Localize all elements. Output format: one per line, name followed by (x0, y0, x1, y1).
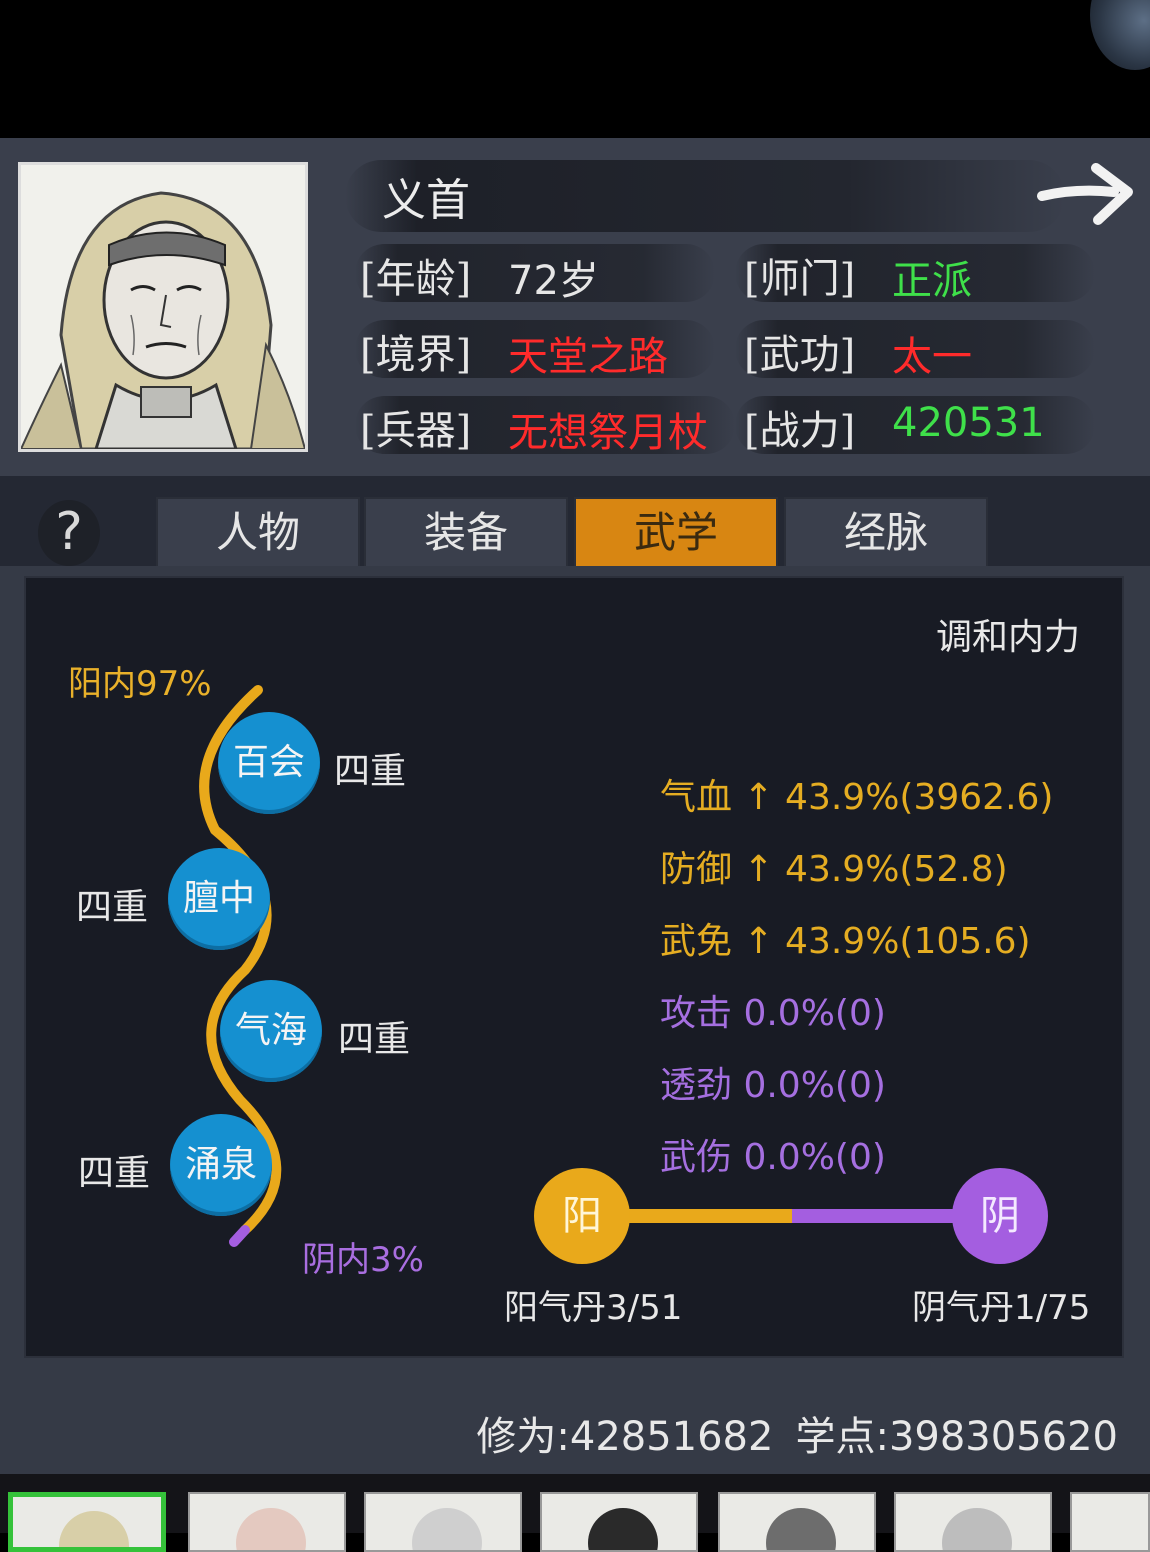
cultivation-value: 修为:42851682 (476, 1414, 774, 1460)
weapon-label: [兵器] (360, 408, 472, 454)
character-name: 义首 (382, 175, 470, 226)
next-arrow-button[interactable] (1036, 158, 1136, 230)
stat-penetration: 透劲 0.0%(0) (660, 1065, 886, 1106)
yang-percentage: 阳内97% (68, 664, 212, 704)
yang-pill-button[interactable]: 阳 (534, 1168, 630, 1264)
stat-martial-damage: 武伤 0.0%(0) (660, 1137, 886, 1178)
realm-label: [境界] (360, 332, 472, 378)
study-points-value: 学点:398305620 (795, 1414, 1118, 1460)
stat-martial-immunity: 武免 ↑ 43.9%(105.6) (660, 921, 1031, 962)
arrow-right-icon (1037, 163, 1133, 225)
roster-portrait[interactable] (364, 1492, 522, 1552)
power-value: 420531 (892, 400, 1045, 446)
roster-portrait[interactable] (188, 1492, 346, 1552)
martial-art-label: [武功] (744, 332, 856, 378)
roster-portrait[interactable] (1070, 1492, 1150, 1552)
yin-pill-button[interactable]: 阴 (952, 1168, 1048, 1264)
realm-value: 天堂之路 (508, 334, 668, 380)
stat-attack: 攻击 0.0%(0) (660, 993, 886, 1034)
martial-art-value: 太一 (892, 334, 972, 380)
roster-portrait[interactable] (894, 1492, 1052, 1552)
roster-portrait-selected[interactable] (8, 1492, 166, 1552)
elder-portrait-icon (21, 165, 305, 449)
sect-label: [师门] (744, 256, 856, 302)
yin-pill-count: 阴气丹1/75 (912, 1288, 1091, 1328)
stat-defense: 防御 ↑ 43.9%(52.8) (660, 849, 1008, 890)
acupoint-level: 四重 (334, 751, 407, 792)
weapon-value: 无想祭月杖 (508, 410, 708, 456)
age-label: [年龄] (360, 256, 472, 302)
yang-pill-count: 阳气丹3/51 (504, 1288, 683, 1328)
sect-value: 正派 (892, 258, 972, 304)
acupoint-level: 四重 (76, 887, 149, 928)
acupoint-baihui[interactable]: 百会 (218, 712, 320, 814)
cultivation-points: 修为:42851682 学点:398305620 (454, 1404, 1118, 1462)
yin-percentage: 阴内3% (302, 1240, 424, 1280)
acupoint-level: 四重 (78, 1153, 151, 1194)
harmonize-neili-button[interactable]: 调和内力 (936, 608, 1080, 660)
age-value: 72岁 (508, 258, 599, 304)
top-bar (0, 0, 1150, 138)
acupoint-level: 四重 (338, 1019, 411, 1060)
acupoint-qihai[interactable]: 气海 (220, 980, 322, 1082)
stat-hp: 气血 ↑ 43.9%(3962.6) (660, 777, 1054, 818)
tab-character[interactable]: 人物 (156, 497, 360, 569)
tab-meridians[interactable]: 经脉 (784, 497, 988, 569)
acupoint-yongquan[interactable]: 涌泉 (170, 1114, 272, 1216)
roster-portrait[interactable] (718, 1492, 876, 1552)
help-button[interactable]: ? (38, 500, 100, 566)
tab-equipment[interactable]: 装备 (364, 497, 568, 569)
roster-portrait[interactable] (540, 1492, 698, 1552)
acupoint-danzhong[interactable]: 膻中 (168, 848, 270, 950)
power-label: [战力] (744, 408, 856, 454)
character-portrait (18, 162, 308, 452)
tab-martial-arts[interactable]: 武学 (574, 497, 778, 569)
